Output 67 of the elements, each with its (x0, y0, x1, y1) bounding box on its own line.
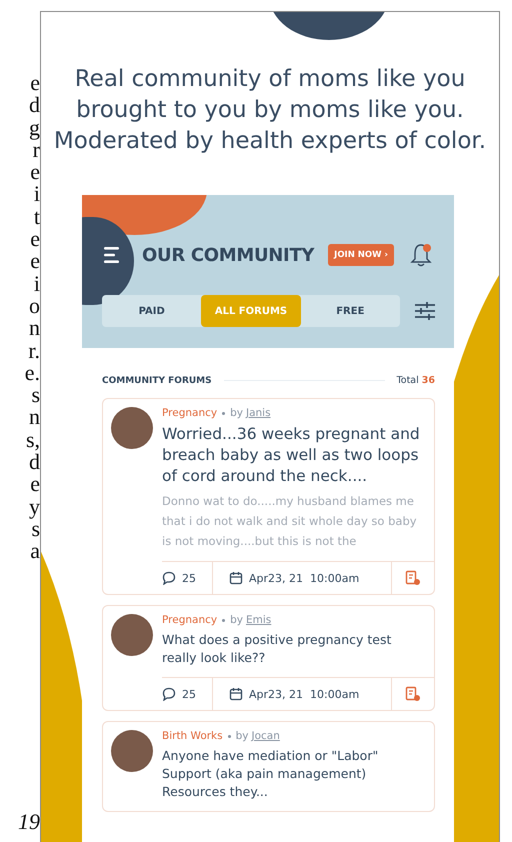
filter-icon[interactable] (414, 301, 436, 321)
author-link[interactable]: Emis (246, 614, 272, 626)
calendar-icon (229, 571, 243, 585)
margin-text: r. (28, 340, 40, 362)
margin-text: s, (26, 428, 40, 452)
avatar (111, 730, 153, 772)
margin-text: t (34, 206, 40, 228)
post-date: Apr23, 21 10:00am (249, 572, 360, 584)
margin-text: s (31, 384, 40, 406)
margin-text: e (30, 473, 40, 496)
separator-dot (228, 734, 231, 738)
invoice-icon[interactable] (405, 686, 421, 702)
comment-count: 25 (182, 688, 196, 700)
invoice-icon[interactable] (405, 570, 421, 586)
post-excerpt: Donno wat to do.....my husband blames me that i do not walk and sit whole day so baby is not moving....but this is not the (162, 493, 418, 550)
margin-text: d (29, 94, 40, 117)
by-label: by (236, 730, 248, 742)
separator-dot (222, 618, 226, 622)
section-title: COMMUNITY FORUMS (102, 376, 212, 386)
calendar-icon (229, 687, 243, 701)
post-title[interactable]: Worried...36 weeks pregnant and breach baby as well as two loops of cord around the neck.... (162, 424, 426, 487)
page-number: 19 (18, 810, 40, 833)
forum-tab[interactable]: PAID (102, 295, 202, 327)
menu-icon[interactable] (102, 246, 122, 264)
author-link[interactable]: Jocan (252, 730, 280, 742)
margin-text: e. (24, 362, 40, 384)
forum-post-card[interactable]: Birth Works by Jocan Anyone have mediation or "Labor" Support (aka pain management) Resources they... (102, 721, 435, 812)
total-label: Total (396, 375, 419, 386)
bell-icon[interactable] (410, 242, 434, 268)
forum-post-card[interactable] (102, 398, 435, 595)
join-now-button[interactable]: JOIN NOW › (328, 244, 394, 266)
category-link[interactable]: Birth Works (162, 730, 223, 742)
margin-text: s (31, 518, 40, 540)
margin-text: e (30, 161, 40, 184)
margin-text: g (29, 116, 40, 139)
post-title[interactable]: What does a positive pregnancy test really look like?? (162, 631, 426, 667)
post-title[interactable]: Anyone have mediation or "Labor" Support (aka pain management) Resources they... (162, 747, 426, 801)
avatar (111, 614, 153, 656)
forum-tab[interactable]: ALL FORUMS (201, 295, 301, 327)
headline: Real community of moms like you brought to you by moms like you. Moderated by health experts of color. (52, 65, 488, 156)
margin-text: d (29, 451, 40, 474)
margin-text: i (34, 272, 40, 295)
margin-text: o (29, 294, 40, 318)
comment-icon (162, 687, 176, 701)
avatar (111, 407, 153, 449)
comment-count: 25 (182, 572, 196, 584)
category-link[interactable]: Pregnancy (162, 407, 218, 419)
margin-text: n (29, 406, 40, 429)
total-count: 36 (422, 375, 435, 386)
margin-text: r (32, 138, 40, 162)
category-link[interactable]: Pregnancy (162, 614, 218, 626)
margin-text: e (30, 250, 40, 273)
app-title: OUR COMMUNITY (142, 244, 314, 266)
separator-dot (222, 412, 226, 414)
margin-text: y (29, 496, 40, 518)
forum-post-card[interactable]: Pregnancy by Emis What does a positive pregnancy test really look like?? 25 Apr23, 21 10:00am (102, 605, 435, 711)
forum-tab[interactable]: FREE (300, 295, 400, 327)
margin-text: e (30, 72, 40, 94)
by-label: by (230, 407, 243, 419)
margin-text: i (34, 183, 40, 206)
post-date: Apr23, 21 10:00am (249, 688, 360, 700)
comment-icon (162, 571, 176, 585)
margin-text: a (30, 540, 40, 563)
author-link[interactable]: Janis (246, 407, 271, 419)
margin-text: n (29, 317, 40, 340)
margin-text: e (30, 228, 40, 250)
by-label: by (230, 614, 243, 626)
